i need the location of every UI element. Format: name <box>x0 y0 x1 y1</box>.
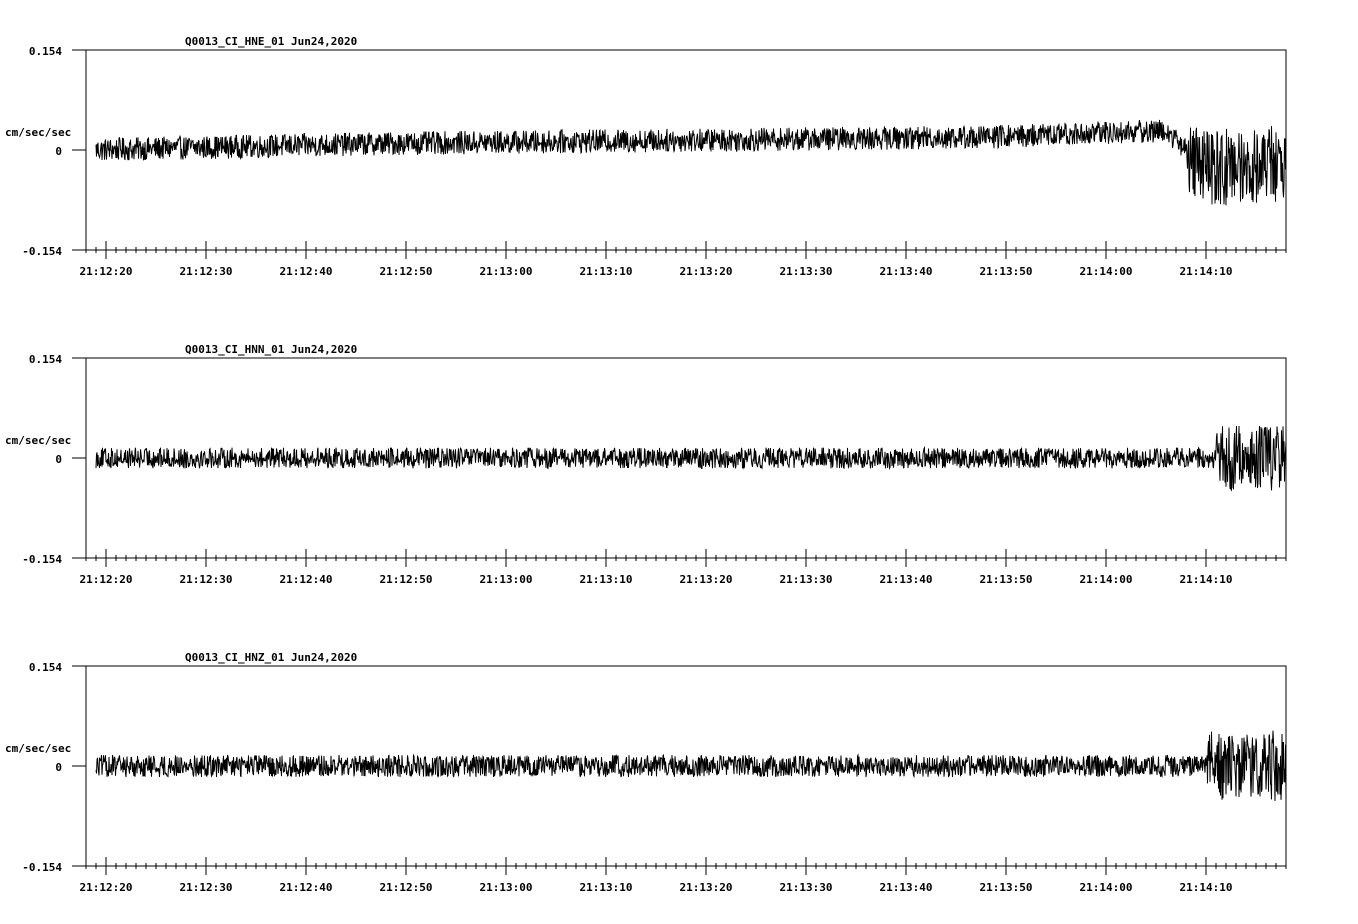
x-tick-label: 21:13:50 <box>980 881 1033 894</box>
x-tick-label: 21:12:50 <box>380 265 433 278</box>
chart-hnn: Q0013_CI_HNN_01 Jun24,2020 cm/sec/sec 0.… <box>5 343 1287 586</box>
y-tick-label-top: 0.154 <box>29 45 62 58</box>
x-tick-label: 21:13:00 <box>480 573 533 586</box>
y-tick-label-top: 0.154 <box>29 353 62 366</box>
x-tick-label: 21:12:50 <box>380 573 433 586</box>
x-tick-label: 21:13:40 <box>880 573 933 586</box>
y-axis-label: cm/sec/sec <box>5 742 71 755</box>
panel-hnz: Q0013_CI_HNZ_01 Jun24,2020 cm/sec/sec 0.… <box>0 616 1358 894</box>
panel-hne: Q0013_CI_HNE_01 Jun24,2020 cm/sec/sec 0.… <box>0 0 1358 278</box>
x-tick-label: 21:13:50 <box>980 573 1033 586</box>
x-tick-label: 21:13:00 <box>480 265 533 278</box>
x-tick-label: 21:13:20 <box>680 265 733 278</box>
x-tick-label: 21:12:30 <box>180 881 233 894</box>
x-tick-label: 21:14:10 <box>1180 573 1233 586</box>
x-tick-label: 21:13:10 <box>580 573 633 586</box>
x-tick-label: 21:12:20 <box>80 573 133 586</box>
y-axis-label: cm/sec/sec <box>5 434 71 447</box>
chart-hne: Q0013_CI_HNE_01 Jun24,2020 cm/sec/sec 0.… <box>5 35 1287 278</box>
seismogram-page: Q0013_CI_HNE_01 Jun24,2020 cm/sec/sec 0.… <box>0 0 1358 924</box>
x-tick-label: 21:14:10 <box>1180 265 1233 278</box>
waveform-trace <box>95 425 1287 492</box>
y-tick-label-zero: 0 <box>55 453 62 466</box>
x-tick-label: 21:13:10 <box>580 265 633 278</box>
panel-hnn: Q0013_CI_HNN_01 Jun24,2020 cm/sec/sec 0.… <box>0 308 1358 586</box>
y-tick-label-zero: 0 <box>55 761 62 774</box>
chart-title: Q0013_CI_HNZ_01 Jun24,2020 <box>185 651 357 664</box>
x-tick-label: 21:13:00 <box>480 881 533 894</box>
x-tick-label: 21:12:50 <box>380 881 433 894</box>
x-tick-label: 21:13:20 <box>680 881 733 894</box>
waveform-trace <box>95 730 1287 802</box>
x-tick-label: 21:14:00 <box>1080 881 1133 894</box>
x-tick-label: 21:13:40 <box>880 265 933 278</box>
x-tick-label: 21:12:20 <box>80 265 133 278</box>
y-axis-label: cm/sec/sec <box>5 126 71 139</box>
waveform-trace <box>95 119 1287 206</box>
x-tick-label: 21:12:40 <box>280 573 333 586</box>
x-tick-label: 21:14:00 <box>1080 265 1133 278</box>
chart-hnz: Q0013_CI_HNZ_01 Jun24,2020 cm/sec/sec 0.… <box>5 651 1287 894</box>
x-tick-label: 21:14:10 <box>1180 881 1233 894</box>
x-tick-label: 21:14:00 <box>1080 573 1133 586</box>
y-tick-label-top: 0.154 <box>29 661 62 674</box>
x-tick-label: 21:13:30 <box>780 265 833 278</box>
x-tick-label: 21:13:40 <box>880 881 933 894</box>
chart-title: Q0013_CI_HNE_01 Jun24,2020 <box>185 35 357 48</box>
x-tick-label: 21:13:10 <box>580 881 633 894</box>
y-tick-label-bottom: -0.154 <box>22 861 62 874</box>
x-tick-label: 21:12:40 <box>280 881 333 894</box>
x-tick-label: 21:12:30 <box>180 265 233 278</box>
x-tick-label: 21:12:30 <box>180 573 233 586</box>
x-tick-label: 21:13:30 <box>780 881 833 894</box>
x-tick-label: 21:13:30 <box>780 573 833 586</box>
x-tick-label: 21:13:50 <box>980 265 1033 278</box>
y-tick-label-zero: 0 <box>55 145 62 158</box>
x-tick-label: 21:12:20 <box>80 881 133 894</box>
chart-title: Q0013_CI_HNN_01 Jun24,2020 <box>185 343 357 356</box>
x-tick-label: 21:12:40 <box>280 265 333 278</box>
y-tick-label-bottom: -0.154 <box>22 245 62 258</box>
x-tick-label: 21:13:20 <box>680 573 733 586</box>
y-tick-label-bottom: -0.154 <box>22 553 62 566</box>
